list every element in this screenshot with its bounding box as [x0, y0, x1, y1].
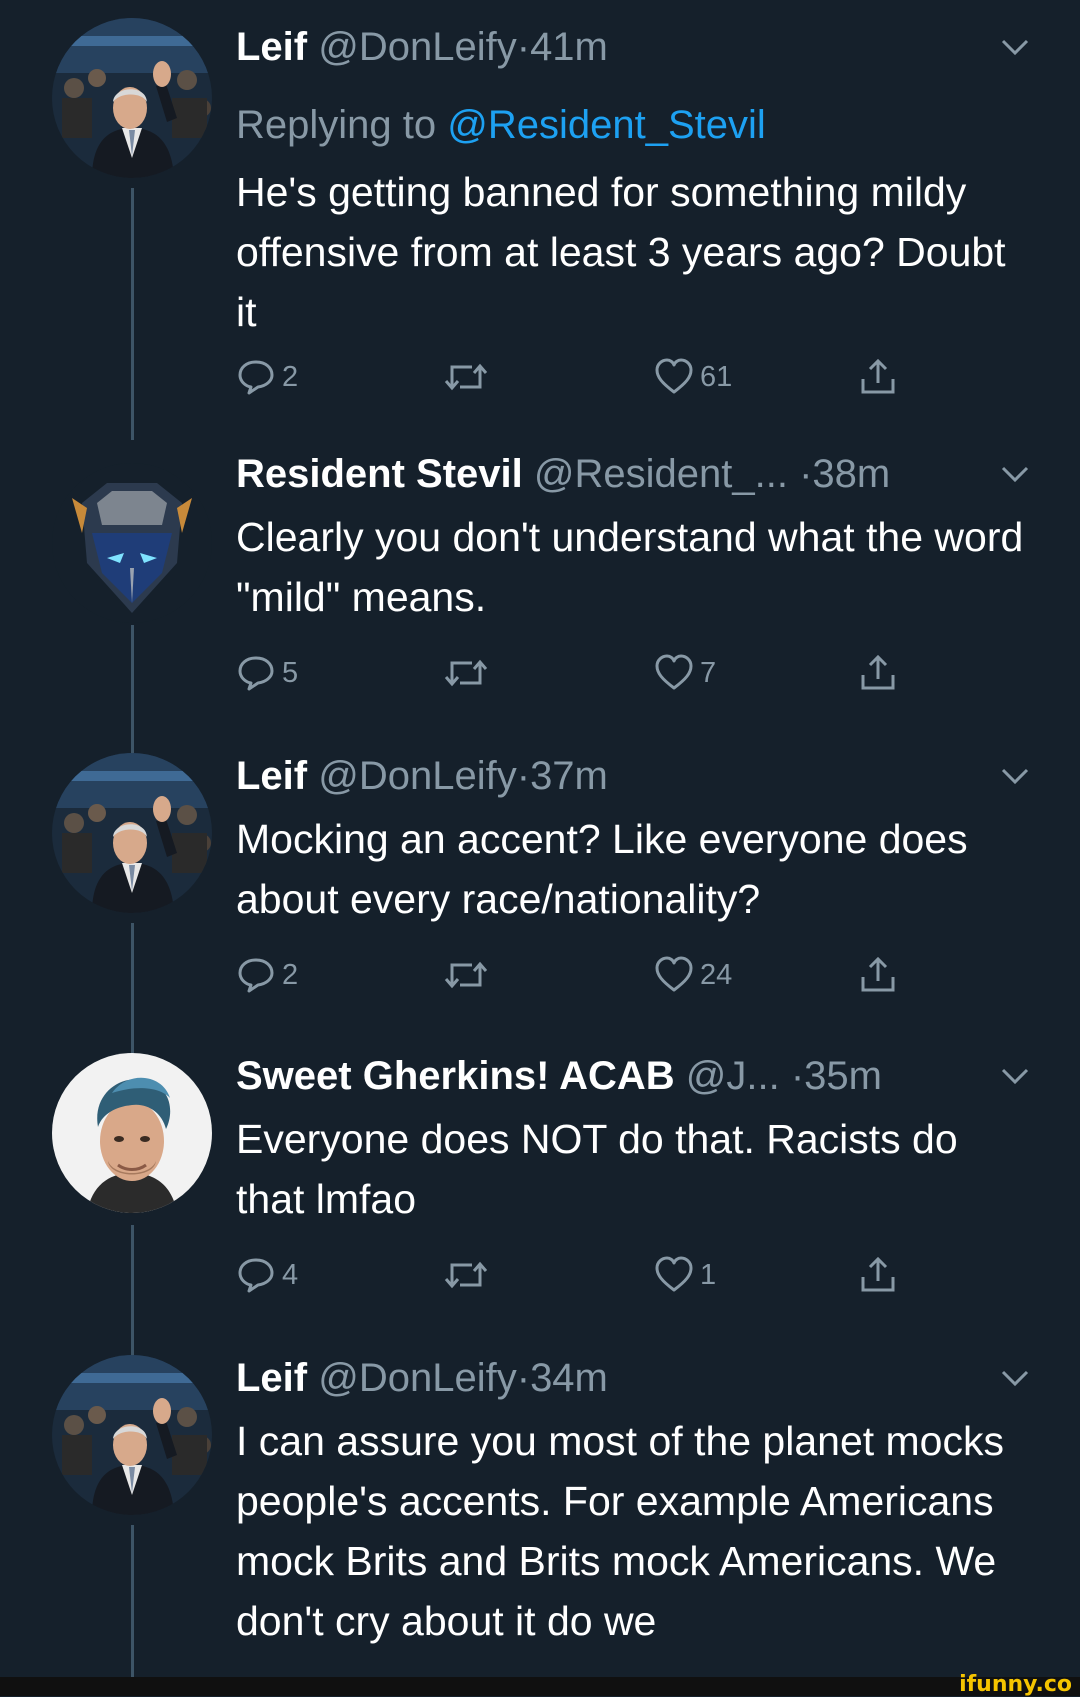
chevron-down-icon[interactable]: [1000, 763, 1030, 789]
like-count: 61: [700, 360, 733, 393]
tweet-actions: 2 24: [236, 950, 916, 1000]
reply-count: 2: [282, 360, 299, 393]
author-handle[interactable]: @DonLeify: [318, 754, 516, 798]
tweet-header: Leif @DonLeify·37m: [236, 747, 608, 805]
heart-icon: [654, 1255, 694, 1295]
chevron-down-icon[interactable]: [1000, 1063, 1030, 1089]
heart-icon: [654, 955, 694, 995]
like-button[interactable]: 24: [654, 950, 732, 1000]
heart-icon: [654, 653, 694, 693]
tweet-header: Sweet Gherkins! ACAB @J... ·35m: [236, 1047, 882, 1105]
watermark-logo: ifunny.co: [959, 1672, 1072, 1697]
like-count: 7: [700, 656, 717, 689]
share-icon: [858, 1255, 898, 1295]
tweet-time[interactable]: 35m: [804, 1054, 882, 1098]
tweet-actions: 5 7: [236, 648, 916, 698]
share-button[interactable]: [858, 352, 898, 402]
tweet-text: Everyone does NOT do that. Racists do th…: [236, 1116, 958, 1222]
time-separator: ·: [516, 25, 531, 69]
mention-link[interactable]: @Resident_Stevil: [447, 103, 766, 147]
retweet-icon: [442, 357, 490, 397]
tweet-text: He's getting banned for something mildy …: [236, 169, 1006, 335]
thread-connector-line: [131, 1525, 134, 1677]
tweet-header: Resident Stevil @Resident_... ·38m: [236, 445, 890, 503]
share-icon: [858, 357, 898, 397]
author-name[interactable]: Leif: [236, 25, 307, 69]
share-button[interactable]: [858, 648, 898, 698]
tweet-time[interactable]: 41m: [530, 25, 608, 69]
replying-to-label: Replying to: [236, 103, 437, 147]
share-icon: [858, 955, 898, 995]
thread-connector-line: [131, 188, 134, 440]
like-count: 1: [700, 1258, 717, 1291]
retweet-icon: [442, 955, 490, 995]
author-handle[interactable]: @J...: [686, 1054, 780, 1098]
robot-helmet-avatar[interactable]: [52, 463, 212, 623]
share-button[interactable]: [858, 950, 898, 1000]
man-waving-avatar[interactable]: [52, 18, 212, 178]
reply-button[interactable]: 2: [236, 352, 298, 402]
young-man-portrait-avatar[interactable]: [52, 1053, 212, 1213]
tweet-actions: 2 61: [236, 352, 916, 402]
share-button[interactable]: [858, 1250, 898, 1300]
author-name[interactable]: Resident Stevil: [236, 452, 523, 496]
reply-button[interactable]: 4: [236, 1250, 298, 1300]
reply-count: 5: [282, 656, 299, 689]
retweet-icon: [442, 653, 490, 693]
time-separator: ·: [790, 1054, 805, 1098]
reply-thread: Leif @DonLeify·41m Replying to @Resident…: [0, 0, 1080, 1677]
chevron-down-icon[interactable]: [1000, 34, 1030, 60]
tweet-time[interactable]: 37m: [530, 754, 608, 798]
reply-bubble-icon: [236, 357, 276, 397]
tweet-text: I can assure you most of the planet mock…: [236, 1418, 1004, 1644]
like-button[interactable]: 61: [654, 352, 732, 402]
tweet-text: Clearly you don't understand what the wo…: [236, 514, 1024, 620]
time-separator: ·: [516, 754, 531, 798]
reply-count: 2: [282, 958, 299, 991]
replying-to-line: Replying to @Resident_Stevil: [236, 96, 766, 154]
tweet-time[interactable]: 34m: [530, 1356, 608, 1400]
retweet-button[interactable]: [442, 1250, 490, 1300]
time-separator: ·: [799, 452, 813, 496]
author-name[interactable]: Leif: [236, 1356, 307, 1400]
retweet-button[interactable]: [442, 950, 490, 1000]
author-name[interactable]: Leif: [236, 754, 307, 798]
tweet-header: Leif @DonLeify·41m: [236, 18, 608, 76]
retweet-button[interactable]: [442, 352, 490, 402]
tweet-text: Mocking an accent? Like everyone does ab…: [236, 816, 968, 922]
watermark-bar: ifunny.co: [0, 1673, 1080, 1697]
tweet-time[interactable]: 38m: [812, 452, 890, 496]
author-handle[interactable]: @Resident_...: [534, 452, 788, 496]
reply-button[interactable]: 2: [236, 950, 298, 1000]
chevron-down-icon[interactable]: [1000, 461, 1030, 487]
author-handle[interactable]: @DonLeify: [318, 25, 516, 69]
tweet-header: Leif @DonLeify·34m: [236, 1349, 608, 1407]
reply-count: 4: [282, 1258, 299, 1291]
retweet-icon: [442, 1255, 490, 1295]
author-handle[interactable]: @DonLeify: [318, 1356, 516, 1400]
reply-bubble-icon: [236, 955, 276, 995]
like-button[interactable]: 1: [654, 1250, 716, 1300]
retweet-button[interactable]: [442, 648, 490, 698]
time-separator: ·: [516, 1356, 531, 1400]
reply-bubble-icon: [236, 653, 276, 693]
man-waving-avatar[interactable]: [52, 1355, 212, 1515]
heart-icon: [654, 357, 694, 397]
reply-button[interactable]: 5: [236, 648, 298, 698]
like-count: 24: [700, 958, 733, 991]
reply-bubble-icon: [236, 1255, 276, 1295]
like-button[interactable]: 7: [654, 648, 716, 698]
chevron-down-icon[interactable]: [1000, 1365, 1030, 1391]
share-icon: [858, 653, 898, 693]
tweet-actions: 4 1: [236, 1250, 916, 1300]
author-name[interactable]: Sweet Gherkins! ACAB: [236, 1054, 675, 1098]
man-waving-avatar[interactable]: [52, 753, 212, 913]
